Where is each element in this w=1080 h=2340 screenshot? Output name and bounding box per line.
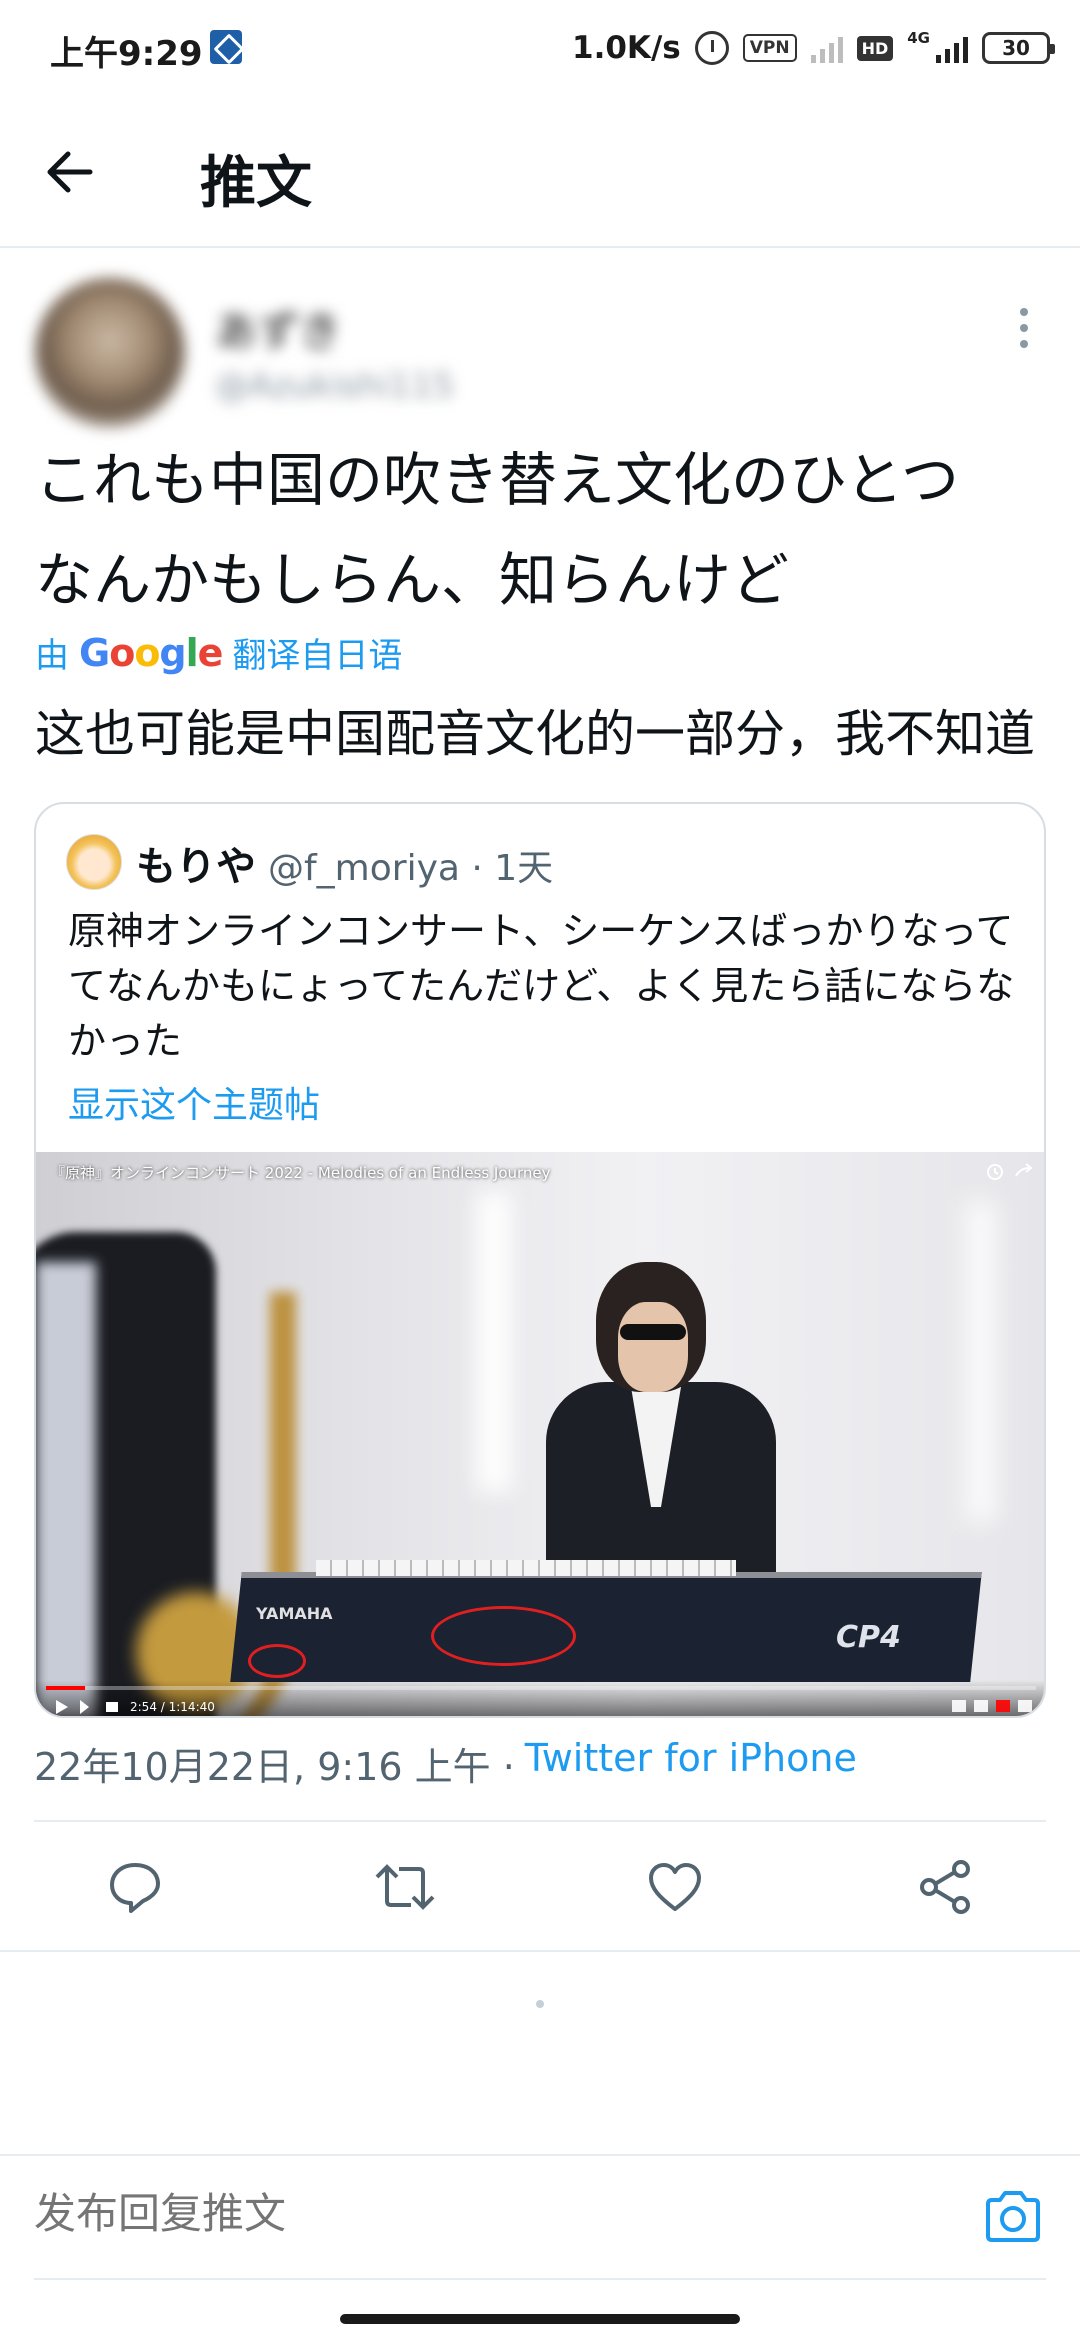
red-annotation-circle [431,1606,576,1666]
comment-icon[interactable] [100,1852,170,1922]
next-icon[interactable] [80,1700,94,1714]
tweet-source-link[interactable]: Twitter for iPhone [525,1736,857,1791]
vpn-badge: VPN [742,34,797,62]
saxophonist-shirt [36,1262,96,1716]
video-progress-fill [46,1686,85,1690]
red-annotation-circle [248,1644,306,1678]
heart-icon[interactable] [640,1852,710,1922]
divider [0,1950,1080,1952]
video-title: 『原神』オンラインコンサート 2022 - Melodies of an End… [50,1164,551,1182]
stage-light [476,1192,512,1492]
reply-composer [0,2154,1080,2278]
video-controls-left: 2:54 / 1:14:40 [56,1700,215,1714]
video-time: 2:54 / 1:14:40 [130,1700,215,1714]
show-thread-link[interactable]: 显示这个主题帖 [68,1076,320,1128]
network-type: 4G [907,29,930,47]
top-nav: 推文 [0,96,1080,248]
network-speed: 1.0K/s [572,30,681,66]
video-top-icons [986,1162,1036,1182]
keyboard-model-label: CP4 [836,1620,901,1655]
quote-header: もりや @f_moriya · 1天 [136,834,553,892]
divider [34,1820,1046,1822]
quoted-tweet[interactable]: もりや @f_moriya · 1天 原神オンラインコンサート、シーケンスばっか… [34,802,1046,1718]
retweet-icon[interactable] [370,1852,440,1922]
translate-suffix: 翻译自日语 [232,636,403,676]
share-icon[interactable] [910,1852,980,1922]
alarm-icon [694,31,729,65]
more-options-icon[interactable] [1010,306,1038,350]
quote-author-name: もりや [136,844,256,890]
sunglasses [620,1324,686,1340]
google-logo: Google [79,630,223,675]
quote-meta: @f_moriya · 1天 [268,848,554,889]
play-icon[interactable] [56,1700,68,1714]
battery-icon: 30 [982,32,1055,64]
arrow-left-icon[interactable] [38,140,102,204]
youtube-icon[interactable] [996,1700,1010,1712]
tweet-actions [0,1824,1080,1950]
author-name[interactable]: あずき [215,298,341,359]
quote-avatar [66,834,122,890]
stage-light [966,1202,996,1522]
pianist-face [618,1302,688,1392]
loading-indicator [536,2000,544,2008]
keyboard-brand-label: YAMAHA [256,1604,333,1623]
settings-icon[interactable] [952,1700,966,1712]
author-avatar[interactable] [35,278,185,428]
piano-keys [316,1560,736,1576]
reply-input[interactable] [34,2190,575,2238]
app-notification-icon [210,30,242,64]
signal-weak-icon [810,33,843,63]
quote-text: 原神オンラインコンサート、シーケンスばっかりなっててなんかもにょってたんだけど、… [68,909,1015,1063]
camera-icon[interactable] [980,2184,1046,2250]
tweet-timestamp: 22年10月22日, 9:16 上午 · [34,1745,515,1789]
volume-icon[interactable] [106,1702,118,1712]
video-progress-bar[interactable] [46,1686,1036,1690]
translate-prefix: 由 [35,636,69,676]
reply-underline [34,2278,1046,2280]
translated-text: 这也可能是中国配音文化的一部分，我不知道 [35,705,1035,763]
author-handle[interactable]: @Azukishi115 [215,366,454,406]
fullscreen-icon[interactable] [1018,1700,1032,1712]
translation-attribution[interactable]: 由 Google 翻译自日语 [35,628,402,677]
page-title: 推文 [200,151,312,216]
video-controls: 2:54 / 1:14:40 [36,1680,1044,1716]
hd-badge: HD [856,35,894,61]
tweet-text: これも中国の吹き替え文化のひとつ なんかもしらん、知らんけど [35,430,1055,630]
status-indicators: 1.0K/s VPN HD 4G 30 [572,24,1055,72]
video-thumbnail[interactable]: YAMAHA CP4 『原神』オンラインコンサート 2022 - Melodie… [36,1152,1044,1716]
video-controls-right [952,1700,1032,1712]
status-time: 上午9:29 [50,34,203,74]
signal-strong-icon [936,33,968,63]
tweet-timestamp-row: 22年10月22日, 9:16 上午 · Twitter for iPhone [34,1736,857,1791]
status-bar: 上午9:29 1.0K/s VPN HD 4G 30 [0,0,1080,96]
miniplayer-icon[interactable] [974,1700,988,1712]
home-indicator[interactable] [340,2314,740,2324]
tweet-text-line: なんかもしらん、知らんけど [35,546,790,614]
tweet-text-line: これも中国の吹き替え文化のひとつ [35,446,959,514]
